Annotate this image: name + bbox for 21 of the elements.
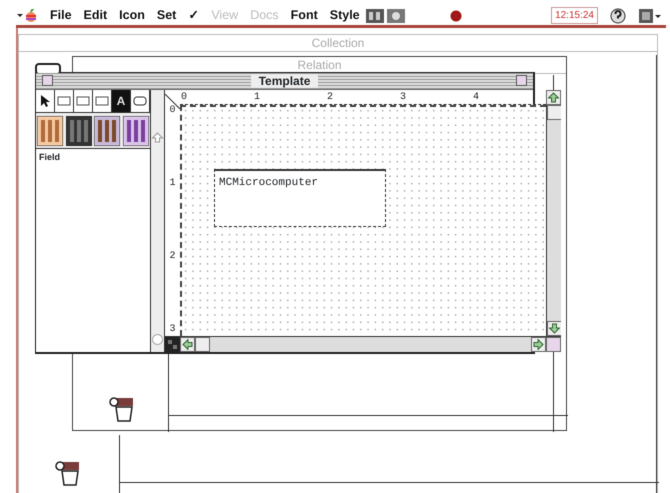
ruler-label: 1 bbox=[254, 91, 262, 104]
ruler-label: 2 bbox=[168, 251, 176, 264]
menu-item[interactable]: Icon bbox=[113, 6, 151, 25]
menu-item[interactable]: ✓ bbox=[182, 6, 206, 25]
menu-item[interactable]: Set bbox=[150, 6, 182, 25]
ruler-label: 1 bbox=[168, 178, 176, 191]
ruler-label: 0 bbox=[168, 105, 176, 118]
window-title: Template bbox=[250, 74, 318, 88]
menu-item[interactable]: Style bbox=[324, 6, 366, 25]
ruler-label: 3 bbox=[400, 91, 408, 104]
ruler-label: 0 bbox=[181, 91, 188, 104]
menu-item[interactable]: File bbox=[44, 6, 78, 25]
list-item[interactable]: Field bbox=[36, 149, 150, 166]
ruler-label: 3 bbox=[168, 324, 176, 336]
text-tool[interactable]: A bbox=[112, 90, 131, 112]
clock: 12:15:24 bbox=[551, 7, 598, 24]
ruler-label: 4 bbox=[473, 91, 480, 104]
menu-item[interactable]: Edit bbox=[78, 6, 114, 25]
field-box[interactable]: MCMicrocomputer bbox=[214, 169, 386, 227]
ruler-label: 2 bbox=[327, 91, 334, 104]
menu-item[interactable]: Font bbox=[284, 6, 324, 25]
